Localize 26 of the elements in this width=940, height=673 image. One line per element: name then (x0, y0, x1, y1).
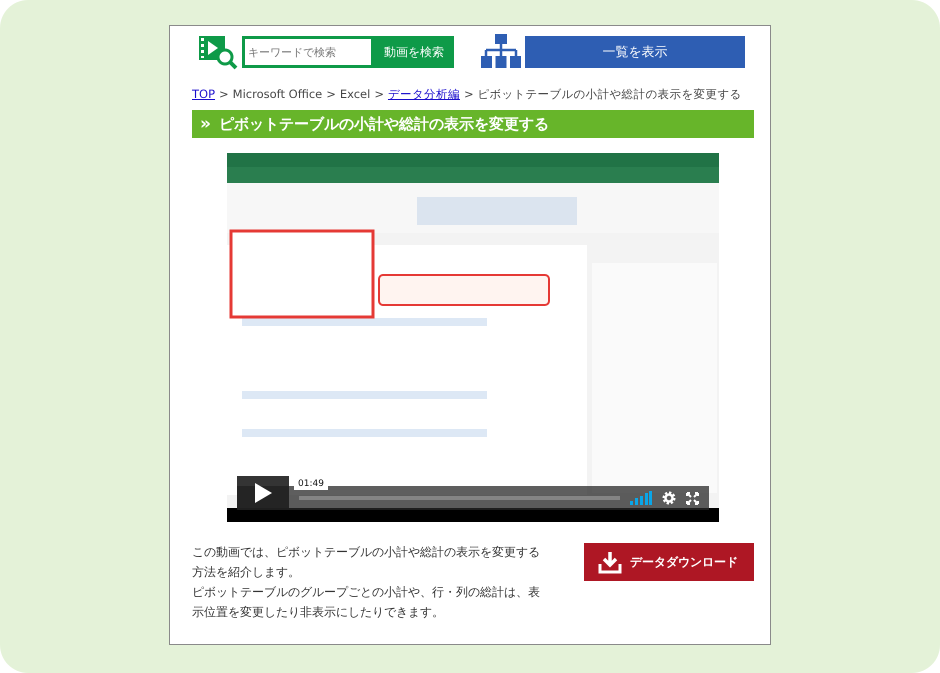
chevron-icon: » (200, 116, 211, 132)
breadcrumb-separator: > (219, 87, 229, 102)
download-button[interactable]: データダウンロード (584, 543, 754, 581)
search-field[interactable]: キーワードで検索 (242, 36, 374, 68)
download-icon (598, 550, 622, 574)
breadcrumb-item: Microsoft Office (232, 87, 322, 102)
video-search-icon (198, 34, 238, 70)
sitemap-icon (481, 34, 521, 70)
play-icon (253, 482, 273, 504)
breadcrumb-link[interactable]: データ分析編 (388, 87, 460, 102)
settings-icon[interactable] (662, 491, 676, 505)
page-title: ピボットテーブルの小計や総計の表示を変更する (218, 114, 549, 134)
breadcrumb-separator: > (374, 87, 384, 102)
description-text: この動画では、ピボットテーブルの小計や総計の表示を変更する方法を紹介します。 (192, 544, 541, 581)
volume-icon[interactable] (630, 491, 652, 505)
breadcrumb-separator: > (326, 87, 336, 102)
breadcrumb-separator: > (464, 87, 474, 102)
breadcrumb-link[interactable]: TOP (192, 87, 216, 102)
search-button[interactable]: 動画を検索 (374, 36, 454, 68)
list-button[interactable]: 一覧を表示 (525, 36, 745, 68)
fullscreen-icon[interactable] (686, 492, 699, 504)
play-button[interactable] (237, 476, 289, 510)
description-text: ピボットテーブルのグループごとの小計や、行・列の総計は、表示位置を変更したり非表示にしたりできます。 (192, 584, 541, 621)
breadcrumb-item: ピボットテーブルの小計や総計の表示を変更する (478, 87, 742, 102)
breadcrumb-item: Excel (340, 87, 370, 102)
time-label: 01:49 (294, 478, 328, 490)
